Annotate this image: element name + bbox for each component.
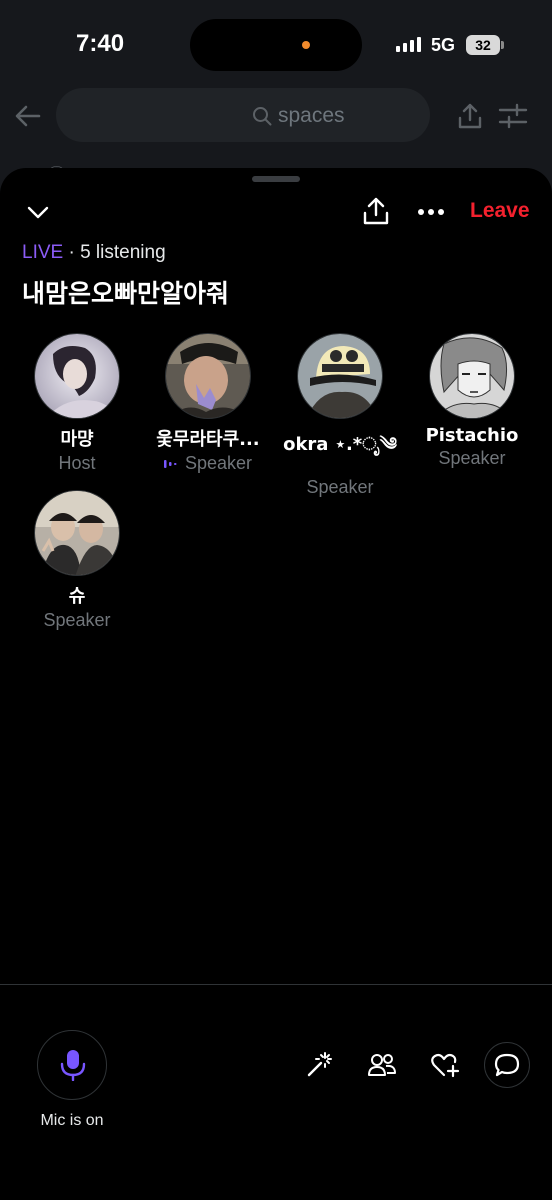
signal-icon [396, 36, 421, 52]
more-horizontal-icon[interactable] [418, 208, 444, 216]
speaking-indicator-icon [163, 459, 177, 468]
drag-handle[interactable] [252, 176, 300, 182]
people-icon [368, 1054, 396, 1076]
avatar [429, 333, 515, 419]
participant-name: 마먕 [60, 429, 94, 450]
participants-button[interactable] [361, 1044, 403, 1086]
participant-host[interactable]: 마먕 Host [11, 333, 143, 474]
share-icon[interactable] [362, 196, 390, 226]
avatar [34, 490, 120, 576]
participant-name: 웇무라타쿠... [156, 429, 260, 450]
participant-role: Speaker [406, 448, 538, 469]
participant-speaker[interactable]: Pistachio Speaker [406, 333, 538, 469]
magic-wand-icon [307, 1052, 332, 1077]
status-bar: 7:40 5G 32 [0, 0, 552, 90]
space-sheet: Leave LIVE · 5 listening 내맘은오빠만알아줘 마먕 Ho… [0, 168, 552, 1200]
battery-icon: 32 [466, 35, 500, 55]
live-badge: LIVE [22, 242, 64, 263]
participant-speaker[interactable]: 웇무라타쿠... Speaker [142, 333, 274, 474]
role-label: Speaker [438, 448, 506, 468]
search-icon [253, 107, 272, 126]
mic-status-label: Mic is on [40, 1112, 104, 1129]
space-meta: LIVE · 5 listening [22, 242, 166, 264]
role-label: Speaker [43, 610, 111, 630]
arrow-left-icon[interactable] [14, 102, 42, 130]
avatar [165, 333, 251, 419]
listener-count: · 5 listening [63, 242, 166, 263]
status-time: 7:40 [76, 30, 125, 57]
participant-role: Speaker [11, 610, 143, 631]
search-query: spaces [278, 104, 345, 127]
participant-speaker[interactable]: okra ⋆.*ೃ༄ Speaker [274, 333, 406, 498]
sound-effects-button[interactable] [298, 1044, 340, 1086]
participant-role: Speaker [142, 453, 274, 474]
participant-role: Host [11, 453, 143, 474]
chat-button[interactable] [484, 1042, 530, 1088]
avatar [34, 333, 120, 419]
toolbar-divider [0, 984, 552, 985]
heart-plus-icon [431, 1053, 460, 1078]
avatar [297, 333, 383, 419]
network-type: 5G [431, 35, 456, 55]
space-title: 내맘은오빠만알아줘 [22, 279, 230, 308]
share-icon[interactable] [456, 102, 484, 130]
battery-tip [501, 41, 504, 49]
role-label: Speaker [306, 477, 374, 497]
mic-toggle-button[interactable] [37, 1030, 107, 1100]
participant-name: okra ⋆.*ೃ༄ [283, 434, 397, 455]
participant-speaker[interactable]: 슈 Speaker [11, 490, 143, 631]
search-row: spaces [0, 88, 552, 144]
leave-button[interactable]: Leave [470, 199, 530, 223]
role-label: Host [58, 453, 96, 473]
search-input[interactable]: spaces [56, 88, 430, 142]
recording-indicator [302, 41, 310, 49]
react-button[interactable] [424, 1044, 466, 1086]
chevron-down-icon[interactable] [26, 202, 50, 222]
chat-bubble-icon [494, 1053, 520, 1077]
participant-role: Speaker [274, 477, 406, 498]
sliders-icon[interactable] [498, 102, 528, 130]
dynamic-island [190, 19, 362, 71]
participant-name: 슈 [68, 586, 86, 607]
participant-name: Pistachio [425, 425, 519, 446]
role-label: Speaker [184, 453, 253, 473]
microphone-icon [60, 1050, 86, 1081]
